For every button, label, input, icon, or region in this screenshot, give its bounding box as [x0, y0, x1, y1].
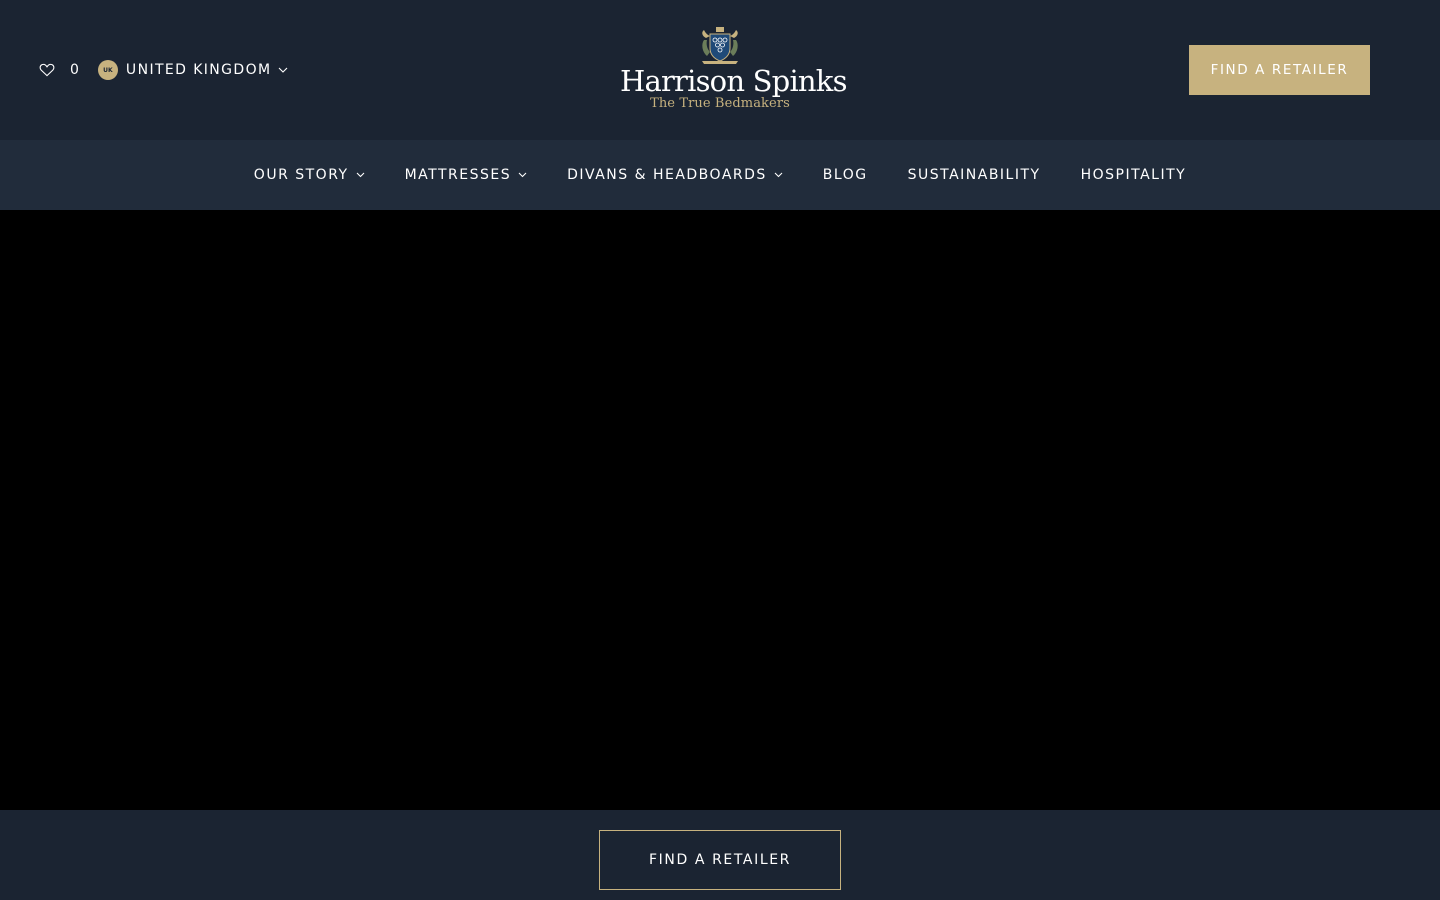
crest-icon — [702, 27, 738, 64]
country-name: UNITED KINGDOM — [125, 62, 272, 78]
chevron-down-icon — [774, 172, 783, 178]
brand-tagline: The True Bedmakers — [650, 96, 790, 111]
find-retailer-button-bottom[interactable]: FIND A RETAILER — [599, 830, 841, 890]
nav-item-mattresses[interactable]: MATTRESSES — [405, 167, 528, 183]
hero-video-area — [0, 210, 1440, 810]
nav-item-label: SUSTAINABILITY — [907, 167, 1041, 183]
top-header: 0 UK UNITED KINGDOM Harrison Spinks The … — [0, 0, 1440, 140]
nav-item-label: OUR STORY — [253, 167, 349, 183]
chevron-down-icon — [356, 172, 364, 178]
nav-item-hospitality[interactable]: HOSPITALITY — [1081, 167, 1187, 183]
nav-item-sustainability[interactable]: SUSTAINABILITY — [908, 167, 1041, 183]
chevron-down-icon — [278, 67, 287, 73]
brand-name: Harrison Spinks — [620, 64, 847, 98]
heart-icon — [39, 63, 55, 77]
nav-item-label: MATTRESSES — [404, 167, 512, 183]
country-selector[interactable]: UK UNITED KINGDOM — [97, 60, 288, 80]
nav-item-label: DIVANS & HEADBOARDS — [567, 167, 767, 183]
sticky-cta-bar: FIND A RETAILER — [0, 810, 1440, 900]
country-flag-icon: UK — [97, 60, 118, 80]
nav-item-label: HOSPITALITY — [1080, 167, 1187, 183]
brand-logo[interactable]: Harrison Spinks The True Bedmakers — [620, 26, 847, 118]
nav-item-our-story[interactable]: OUR STORY — [254, 167, 365, 183]
main-navigation: OUR STORY MATTRESSES DIVANS & HEADBOARDS… — [0, 140, 1440, 210]
chevron-down-icon — [518, 172, 527, 178]
wishlist-button[interactable]: 0 — [39, 62, 80, 78]
find-retailer-button[interactable]: FIND A RETAILER — [1189, 45, 1370, 95]
nav-item-blog[interactable]: BLOG — [823, 167, 868, 183]
header-utilities: 0 UK UNITED KINGDOM — [39, 58, 288, 82]
wishlist-count: 0 — [70, 62, 80, 78]
nav-item-divans-headboards[interactable]: DIVANS & HEADBOARDS — [567, 167, 783, 183]
nav-item-label: BLOG — [822, 167, 868, 183]
